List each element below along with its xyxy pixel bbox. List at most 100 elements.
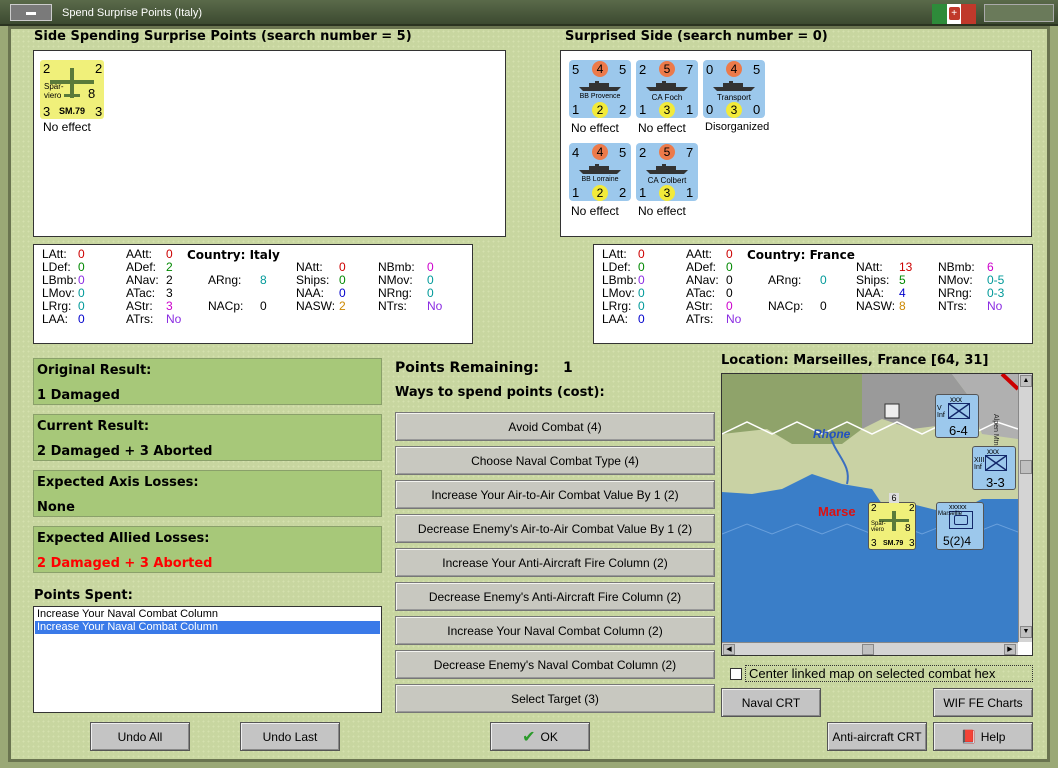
stat-value: 8 bbox=[260, 273, 267, 287]
ship-caption: No effect bbox=[571, 121, 619, 135]
naval-crt-button[interactable]: Naval CRT bbox=[721, 688, 821, 717]
stat-key: ARng: bbox=[768, 273, 802, 287]
location-label: Location: Marseilles, France [64, 31] bbox=[721, 353, 989, 368]
ship-tr: 5 bbox=[619, 62, 627, 77]
map-air-type: SM.79 bbox=[883, 540, 904, 547]
spend-option-button[interactable]: Choose Naval Combat Type (4) bbox=[395, 446, 715, 475]
ship-br: 1 bbox=[686, 185, 694, 200]
ship-tr: 7 bbox=[686, 62, 694, 77]
original-result-label: Original Result: bbox=[37, 363, 152, 378]
warship-icon bbox=[713, 81, 755, 91]
map-air-unit-counter[interactable]: 6 2 2 Spar- viero 8 3 SM.79 3 bbox=[868, 493, 916, 550]
warship-icon bbox=[579, 164, 621, 174]
spend-option-button[interactable]: Select Target (3) bbox=[395, 684, 715, 713]
air-bottom-left: 3 bbox=[43, 104, 51, 119]
original-result-value: 1 Damaged bbox=[37, 388, 120, 403]
ship-tl: 2 bbox=[639, 145, 647, 160]
spend-option-button[interactable]: Avoid Combat (4) bbox=[395, 412, 715, 441]
spend-option-button[interactable]: Decrease Enemy's Air-to-Air Combat Value… bbox=[395, 514, 715, 543]
spend-option-button[interactable]: Decrease Enemy's Anti-Aircraft Fire Colu… bbox=[395, 582, 715, 611]
garrison-unit-counter[interactable]: xxxxx Marseille 5(2)4 bbox=[936, 502, 984, 550]
spend-option-button[interactable]: Increase Your Naval Combat Column (2) bbox=[395, 616, 715, 645]
italy-stats-panel: Country: Italy LAtt: 0 LDef: 0 LBmb: 0 LMov: 0 L… bbox=[33, 244, 473, 344]
spend-option-button[interactable]: Increase Your Air-to-Air Combat Value By… bbox=[395, 480, 715, 509]
spend-option-button[interactable]: Decrease Enemy's Naval Combat Column (2) bbox=[395, 650, 715, 679]
help-button[interactable]: 📕 Help bbox=[933, 722, 1033, 751]
current-result-label: Current Result: bbox=[37, 419, 150, 434]
wif-fe-charts-button[interactable]: WIF FE Charts bbox=[933, 688, 1033, 717]
stat-value: No bbox=[427, 299, 443, 313]
stat-value: 0 bbox=[820, 299, 827, 313]
stat-key: NASW: bbox=[296, 299, 336, 313]
axis-losses-label: Expected Axis Losses: bbox=[37, 475, 199, 490]
air-unit-counter[interactable]: 2 2 Spar- viero 8 3 SM.79 3 bbox=[40, 60, 104, 119]
france-country-label: Country: France bbox=[747, 248, 855, 262]
map-view[interactable]: Rhone Marse xxx V Inf 6-4 xxx XIII Inf 3… bbox=[721, 373, 1033, 656]
ship-br: 2 bbox=[619, 102, 627, 117]
infantry-icon-2 bbox=[985, 455, 1007, 471]
ship-bc: 3 bbox=[659, 102, 675, 118]
ok-button[interactable]: ✔ OK bbox=[490, 722, 590, 751]
ok-label: OK bbox=[540, 729, 558, 744]
points-remaining-value: 1 bbox=[563, 360, 573, 376]
ship-bl: 1 bbox=[639, 102, 647, 117]
center-map-checkbox[interactable] bbox=[730, 668, 742, 680]
points-remaining-label: Points Remaining: bbox=[395, 360, 540, 376]
system-menu-button[interactable]: ▬ bbox=[10, 4, 52, 21]
ship-bc: 2 bbox=[592, 185, 608, 201]
ship-tr: 5 bbox=[753, 62, 761, 77]
map-vertical-scrollbar[interactable]: ▲ ▼ bbox=[1018, 374, 1032, 642]
map-horizontal-scrollbar[interactable]: ◀ ▶ bbox=[722, 642, 1018, 655]
ship-caption: No effect bbox=[571, 204, 619, 218]
aa-crt-button[interactable]: Anti-aircraft CRT bbox=[827, 722, 927, 751]
unit1-label: V Inf bbox=[937, 405, 945, 419]
ship-unit-counter[interactable]: 4 4 5 BB Lorraine 1 2 2 bbox=[569, 143, 631, 201]
infantry-icon bbox=[948, 403, 970, 419]
window-controls[interactable] bbox=[984, 4, 1054, 22]
allied-losses-label: Expected Allied Losses: bbox=[37, 531, 210, 546]
ship-tc: 4 bbox=[592, 144, 608, 160]
river-label: Rhone bbox=[813, 427, 851, 441]
stat-key: NACp: bbox=[208, 299, 244, 313]
points-spent-item[interactable]: Increase Your Naval Combat Column bbox=[35, 608, 380, 621]
unit2-value: 3-3 bbox=[986, 475, 1005, 490]
points-spent-item[interactable]: Increase Your Naval Combat Column bbox=[35, 621, 380, 634]
stat-value: 2 bbox=[339, 299, 346, 313]
current-result-box: Current Result: 2 Damaged + 3 Aborted bbox=[33, 414, 382, 461]
army-unit-counter-2[interactable]: xxx XIII Inf 3-3 bbox=[972, 446, 1016, 490]
map-air-br: 3 bbox=[909, 538, 915, 549]
ship-unit-counter[interactable]: 0 4 5 Transport 0 3 0 bbox=[703, 60, 765, 118]
ship-unit-counter[interactable]: 2 5 7 CA Foch 1 3 1 bbox=[636, 60, 698, 118]
ship-tc: 4 bbox=[592, 61, 608, 77]
help-book-icon: 📕 bbox=[960, 728, 977, 744]
original-result-box: Original Result: 1 Damaged bbox=[33, 358, 382, 405]
undo-last-button[interactable]: Undo Last bbox=[240, 722, 340, 751]
ship-bl: 1 bbox=[639, 185, 647, 200]
warship-icon bbox=[646, 81, 688, 91]
undo-all-button[interactable]: Undo All bbox=[90, 722, 190, 751]
air-unit-name: Spar- viero bbox=[44, 82, 64, 100]
air-middle-right: 8 bbox=[88, 86, 96, 101]
ship-unit-counter[interactable]: 2 5 7 CA Colbert 1 3 1 bbox=[636, 143, 698, 201]
ship-bl: 1 bbox=[572, 185, 580, 200]
air-unit-caption: No effect bbox=[43, 120, 91, 134]
air-top-right: 2 bbox=[95, 61, 103, 76]
spend-option-button[interactable]: Increase Your Anti-Aircraft Fire Column … bbox=[395, 548, 715, 577]
unit3-value: 5(2)4 bbox=[943, 534, 972, 548]
ship-caption: Disorganized bbox=[705, 121, 770, 133]
ship-unit-counter[interactable]: 5 4 5 BB Provence 1 2 2 bbox=[569, 60, 631, 118]
points-spent-label: Points Spent: bbox=[34, 588, 133, 603]
stat-value: 8 bbox=[899, 299, 906, 313]
stat-key: LAA: bbox=[602, 312, 629, 326]
help-label: Help bbox=[980, 729, 1006, 744]
surprised-units-panel: 5 4 5 BB Provence 1 2 2 No effect 2 5 7 C… bbox=[560, 50, 1032, 237]
spending-side-title: Side Spending Surprise Points (search nu… bbox=[34, 29, 412, 44]
checkmark-icon: ✔ bbox=[522, 728, 536, 746]
points-spent-list[interactable]: Increase Your Naval Combat Column Increas… bbox=[33, 606, 382, 713]
ship-bc: 3 bbox=[659, 185, 675, 201]
ship-tr: 7 bbox=[686, 145, 694, 160]
center-map-label[interactable]: Center linked map on selected combat hex bbox=[745, 665, 1033, 682]
air-bottom-right: 3 bbox=[95, 104, 103, 119]
army-unit-counter-1[interactable]: xxx V Inf 6-4 bbox=[935, 394, 979, 438]
stat-key: NTrs: bbox=[378, 299, 407, 313]
